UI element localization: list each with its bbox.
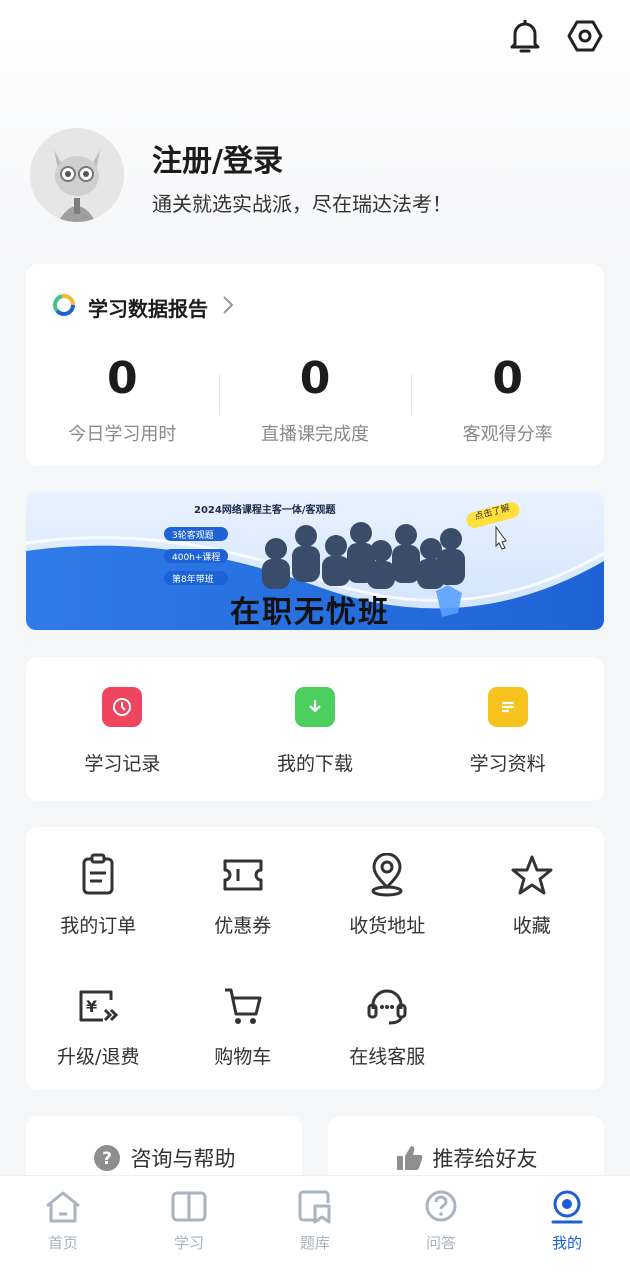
stat-label: 客观得分率	[462, 424, 553, 445]
help-consult-label: 咨询与帮助	[130, 1147, 236, 1171]
tab-study[interactable]: 学习	[126, 1176, 252, 1280]
profile-section[interactable]: 注册/登录 通关就选实战派，尽在瑞达法考！	[30, 128, 600, 228]
stat-score-rate: 0 客观得分率	[411, 354, 604, 446]
tool-my-downloads[interactable]: 我的下载	[219, 657, 412, 801]
location-icon	[365, 853, 409, 897]
banner-badge: 3轮客观题	[172, 531, 214, 541]
banner-top-text: 2024网络课程主客一体/客观题	[194, 505, 336, 516]
study-stats: 0 今日学习用时 0 直播课完成度 0 客观得分率	[26, 354, 604, 446]
home-icon	[43, 1190, 83, 1228]
service-online-support[interactable]: 在线客服	[315, 958, 460, 1089]
avatar[interactable]	[30, 128, 124, 222]
bottom-tab-bar: 首页 学习 题库 问答 我的	[0, 1175, 630, 1280]
tab-label: 题库	[299, 1234, 330, 1252]
study-report-header[interactable]: 学习数据报告	[52, 292, 234, 322]
stat-value: 0	[492, 353, 523, 404]
service-label: 收藏	[512, 915, 551, 937]
study-report-title: 学习数据报告	[88, 296, 208, 321]
tab-qa[interactable]: 问答	[378, 1176, 504, 1280]
banner-main-text: 在职无忧班	[230, 595, 390, 630]
chevron-right-icon	[222, 295, 234, 319]
svg-text:¥: ¥	[86, 997, 97, 1016]
promo-banner[interactable]: 2024网络课程主客一体/客观题 3轮客观题 400h+课程 第8年带班 在职无…	[26, 491, 604, 630]
clock-icon	[102, 687, 143, 727]
top-bar	[0, 0, 630, 80]
qa-icon	[421, 1190, 461, 1228]
stat-label: 直播课完成度	[261, 424, 369, 445]
download-icon	[295, 687, 335, 727]
thumbs-up-icon	[395, 1144, 423, 1176]
book-icon	[169, 1190, 209, 1228]
tool-label: 学习记录	[84, 753, 161, 775]
services-card: 我的订单 优惠券 收货地址 收藏 ¥ 升级/退费 购物车 在线客服	[26, 827, 604, 1090]
hexagon-settings-icon[interactable]	[565, 16, 605, 56]
service-my-orders[interactable]: 我的订单	[26, 827, 171, 958]
service-label: 在线客服	[349, 1046, 426, 1068]
stat-value: 0	[107, 353, 138, 404]
banner-badge: 第8年带班	[172, 575, 214, 585]
service-shipping-address[interactable]: 收货地址	[315, 827, 460, 958]
service-coupons[interactable]: 优惠券	[171, 827, 316, 958]
recommend-friend-label: 推荐给好友	[432, 1147, 538, 1171]
service-label: 我的订单	[60, 915, 137, 937]
svg-text:?: ?	[102, 1149, 112, 1169]
tab-question-bank[interactable]: 题库	[252, 1176, 378, 1280]
service-label: 升级/退费	[57, 1046, 140, 1068]
profile-icon	[547, 1190, 587, 1228]
login-register-link[interactable]: 注册/登录	[152, 136, 283, 180]
tab-label: 问答	[425, 1234, 456, 1252]
service-label: 优惠券	[214, 915, 272, 937]
tab-home[interactable]: 首页	[0, 1176, 126, 1280]
question-bank-icon	[295, 1190, 335, 1228]
headset-icon	[365, 984, 409, 1028]
stat-study-time: 0 今日学习用时	[26, 354, 219, 446]
refund-icon: ¥	[76, 984, 120, 1028]
service-shopping-cart[interactable]: 购物车	[171, 958, 316, 1089]
banner-badge: 400h+课程	[172, 553, 221, 563]
tool-study-record[interactable]: 学习记录	[26, 657, 219, 801]
tool-label: 我的下载	[277, 753, 354, 775]
document-icon	[487, 687, 528, 727]
stat-live-completion: 0 直播课完成度	[218, 353, 412, 446]
quick-tools-card: 学习记录 我的下载 学习资料	[26, 657, 604, 801]
stat-value: 0	[299, 353, 331, 404]
service-upgrade-refund[interactable]: ¥ 升级/退费	[26, 958, 171, 1089]
tab-label: 我的	[551, 1234, 582, 1252]
order-icon	[76, 853, 120, 897]
tab-label: 学习	[173, 1234, 204, 1252]
slogan-text: 通关就选实战派，尽在瑞达法考！	[152, 192, 452, 216]
tool-study-materials[interactable]: 学习资料	[411, 657, 604, 801]
study-report-card: 学习数据报告 0 今日学习用时 0 直播课完成度 0 客观得分率	[26, 264, 604, 466]
tool-label: 学习资料	[469, 753, 546, 775]
star-icon	[510, 853, 554, 897]
tab-label: 首页	[47, 1234, 78, 1252]
tab-mine[interactable]: 我的	[504, 1176, 630, 1280]
stat-label: 今日学习用时	[68, 424, 177, 445]
service-label: 收货地址	[349, 915, 426, 937]
service-label: 购物车	[214, 1046, 272, 1068]
service-favorites[interactable]: 收藏	[460, 827, 605, 958]
bell-icon[interactable]	[505, 16, 545, 56]
question-icon: ?	[93, 1144, 121, 1176]
report-ring-icon	[52, 293, 76, 321]
coupon-icon	[221, 853, 265, 897]
cart-icon	[221, 984, 265, 1028]
